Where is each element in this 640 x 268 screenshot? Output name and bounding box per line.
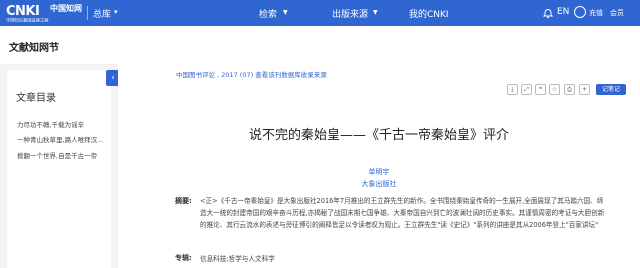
cite-icon[interactable]: ❝: [535, 84, 546, 95]
abstract-text: <正>《千古一帝秦始皇》是大象出版社2016年7月推出的王立群先生的新作。全书围…: [200, 197, 605, 229]
chevron-down-icon[interactable]: ▼: [373, 9, 378, 16]
toc-sidebar: 文章目录 力尽功不赣,千载为谣辛 一种青山秋草里,路人唯拜汉... 掀翻一个世界…: [7, 70, 111, 268]
toc-item[interactable]: 掀翻一个世界,自是千古一帝: [17, 150, 97, 160]
divider: [87, 6, 88, 20]
nav-my-cnki[interactable]: 我的CNKI: [409, 7, 449, 20]
logo-subtitle: 中国知识基础设施工程: [6, 17, 49, 23]
chevron-down-icon[interactable]: ▼: [283, 9, 288, 16]
author-link[interactable]: 单明宇: [118, 167, 640, 177]
toc-item[interactable]: 一种青山秋草里,路人唯拜汉...: [17, 134, 103, 144]
take-notes-button[interactable]: 记笔记: [596, 84, 626, 95]
favorite-icon[interactable]: ☆: [549, 84, 560, 95]
member-link[interactable]: 会员: [610, 8, 624, 18]
share-icon[interactable]: ⤢: [521, 84, 532, 95]
bell-icon[interactable]: [542, 7, 554, 19]
download-icon[interactable]: ⤓: [507, 84, 518, 95]
article-panel: 中国图书评论 , 2017 (07) 查看该刊数据库收录来源 ⤓ ⤢ ❝ ☆ ⎙…: [118, 64, 640, 268]
cnki-logo[interactable]: CNKI 中国知网 中国知识基础设施工程: [6, 3, 84, 23]
page-title: 文献知网节: [9, 43, 59, 54]
article-title: 说不完的秦始皇——《千古一帝秦始皇》评介: [248, 128, 509, 143]
page-subheader: 文献知网节: [0, 26, 640, 65]
nav-publication-source[interactable]: 出版来源: [332, 7, 368, 20]
organization-link[interactable]: 大象出版社: [118, 179, 640, 189]
abstract-label: 摘要:: [175, 197, 192, 205]
journal-source[interactable]: 中国图书评论 , 2017 (07) 查看该刊数据库收录来源: [176, 69, 327, 79]
recharge-link[interactable]: 充值: [589, 8, 603, 18]
avatar[interactable]: [574, 6, 586, 18]
top-nav-bar: CNKI 中国知网 中国知识基础设施工程 总库 ▾ 检索 ▼ 出版来源 ▼ 我的…: [0, 0, 640, 26]
toc-title: 文章目录: [16, 93, 56, 104]
chevron-down-icon[interactable]: ▾: [114, 8, 118, 16]
toc-item[interactable]: 力尽功不赣,千载为谣辛: [17, 119, 84, 129]
more-icon[interactable]: +: [579, 84, 590, 95]
keyword-label: 专辑:: [175, 254, 192, 262]
keyword-text: 信息科技;哲学与人文科学: [200, 255, 275, 263]
home-menu[interactable]: 总库: [93, 7, 111, 20]
logo-cn-text: 中国知网: [50, 4, 82, 13]
nav-search[interactable]: 检索: [259, 7, 277, 20]
language-switch[interactable]: EN: [557, 7, 569, 17]
print-icon[interactable]: ⎙: [564, 84, 575, 95]
